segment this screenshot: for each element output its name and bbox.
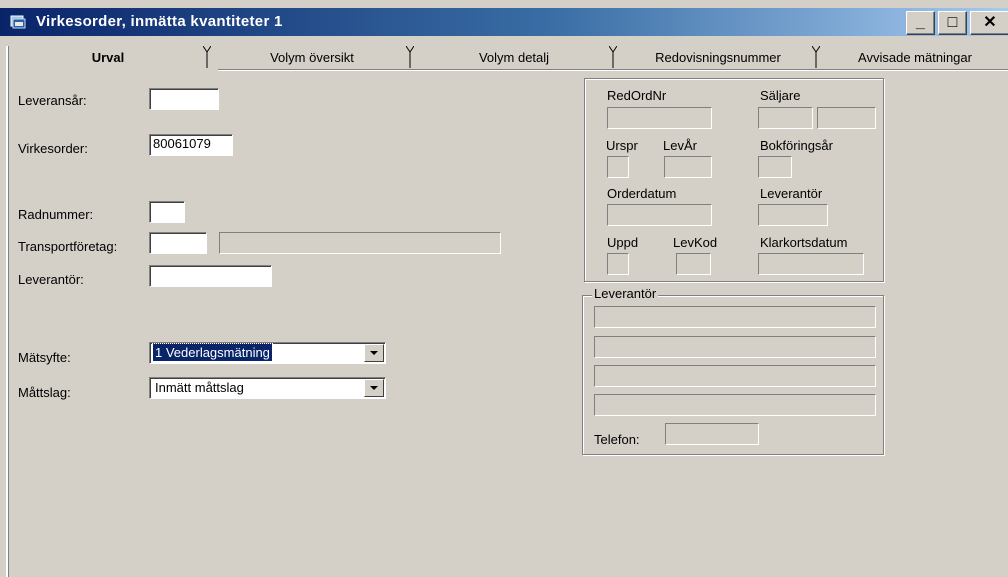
tab-avvisade-matningar[interactable]: Avvisade mätningar	[822, 46, 1008, 69]
tab-redovisningsnummer[interactable]: Redovisningsnummer	[620, 46, 816, 69]
tab-label: Avvisade mätningar	[858, 50, 972, 65]
tab-volym-detalj[interactable]: Volym detalj	[416, 46, 612, 69]
levkod-field	[676, 253, 711, 275]
title-bar[interactable]: Virkesorder, inmätta kvantiteter 1 _ □ ✕	[0, 8, 1008, 36]
matsyfte-label: Mätsyfte:	[18, 350, 71, 365]
leverantor-info-label: Leverantör	[760, 186, 823, 201]
klarkortsdatum-field	[758, 253, 864, 275]
tab-urval[interactable]: Urval	[10, 46, 206, 69]
tab-label: Volym översikt	[270, 50, 354, 65]
matsyfte-select[interactable]: 1 Vederlagsmätning	[149, 342, 386, 364]
panel-left-edge	[6, 46, 9, 577]
leverantor-group-legend: Leverantör	[592, 286, 659, 301]
uppd-label: Uppd	[607, 235, 639, 250]
mattslag-select[interactable]: Inmätt måttslag	[149, 377, 386, 399]
tab-separator	[609, 46, 617, 68]
leveransar-label: Leveransår:	[18, 93, 87, 108]
levar-field	[664, 156, 712, 178]
tab-label: Urval	[91, 50, 125, 65]
radnummer-label: Radnummer:	[18, 207, 94, 222]
close-button[interactable]: ✕	[970, 11, 1008, 35]
tab-separator	[203, 46, 211, 68]
transportforetag-name-field	[219, 232, 501, 254]
redordnr-label: RedOrdNr	[607, 88, 667, 103]
leverantor-info-field	[758, 204, 828, 226]
leverantor-label: Leverantör:	[18, 272, 84, 287]
close-icon: ✕	[983, 14, 997, 31]
leveransar-input[interactable]	[149, 88, 219, 110]
uppd-field	[607, 253, 629, 275]
saljare-field-2	[817, 107, 876, 129]
virkesorder-label: Virkesorder:	[18, 141, 88, 156]
urspr-field	[607, 156, 629, 178]
levar-label: LevÅr	[663, 138, 697, 153]
tab-label: Volym detalj	[478, 50, 550, 65]
mattslag-label: Måttslag:	[18, 385, 71, 400]
leverantor-line-2	[594, 336, 876, 358]
orderdatum-field	[607, 204, 712, 226]
urspr-label: Urspr	[606, 138, 638, 153]
transportforetag-label: Transportföretag:	[18, 239, 118, 254]
leverantor-line-1	[594, 306, 876, 328]
transportforetag-code-input[interactable]	[149, 232, 207, 254]
maximize-icon: □	[947, 14, 958, 31]
virkesorder-input[interactable]: 80061079	[149, 134, 233, 156]
maximize-button[interactable]: □	[938, 11, 967, 35]
telefon-label: Telefon:	[594, 432, 640, 447]
tab-divider-highlight	[218, 70, 1008, 71]
tab-separator	[812, 46, 820, 68]
tab-volym-oversikt[interactable]: Volym översikt	[214, 46, 410, 69]
minimize-button[interactable]: _	[906, 11, 935, 35]
radnummer-input[interactable]	[149, 201, 185, 223]
window-title: Virkesorder, inmätta kvantiteter 1	[36, 13, 283, 30]
minimize-icon: _	[916, 14, 925, 31]
tab-separator	[406, 46, 414, 68]
leverantor-input[interactable]	[149, 265, 272, 287]
saljare-field-1	[758, 107, 813, 129]
redordnr-field	[607, 107, 712, 129]
telefon-field	[665, 423, 759, 445]
orderdatum-label: Orderdatum	[607, 186, 677, 201]
app-icon	[10, 15, 26, 29]
bokforingsar-field	[758, 156, 792, 178]
chevron-down-icon[interactable]	[364, 379, 384, 397]
tab-bar: Urval Volym översikt Volym detalj Redovi…	[0, 46, 1008, 70]
application-window: Virkesorder, inmätta kvantiteter 1 _ □ ✕…	[0, 0, 1008, 577]
mattslag-value: Inmätt måttslag	[155, 380, 244, 395]
leverantor-line-3	[594, 365, 876, 387]
bokforingsar-label: Bokföringsår	[760, 138, 833, 153]
chevron-down-icon[interactable]	[364, 344, 384, 362]
leverantor-line-4	[594, 394, 876, 416]
saljare-label: Säljare	[760, 88, 801, 103]
tab-label: Redovisningsnummer	[655, 50, 781, 65]
matsyfte-value: 1 Vederlagsmätning	[152, 343, 273, 362]
levkod-label: LevKod	[673, 235, 718, 250]
klarkortsdatum-label: Klarkortsdatum	[760, 235, 848, 250]
